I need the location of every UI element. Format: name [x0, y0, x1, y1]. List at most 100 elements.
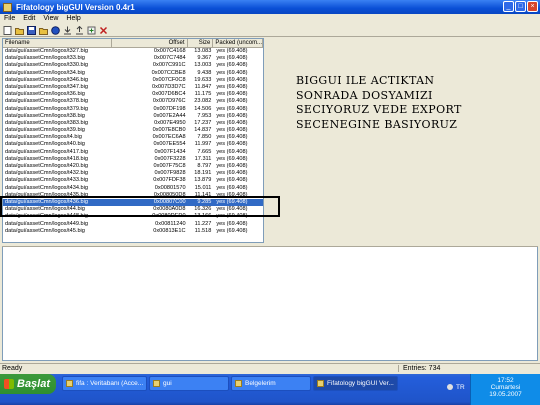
cell-size: 9.285: [197, 198, 212, 205]
table-row[interactable]: data/gui/assetCmn/logos/t379.big 0x007DF1…: [3, 106, 263, 113]
database-icon: [66, 380, 73, 387]
table-row[interactable]: data/gui/assetCmn/logos/t432.big 0x007F98…: [3, 170, 263, 177]
task-button[interactable]: Belgelerim: [231, 376, 311, 391]
table-row[interactable]: data/gui/assetCmn/logos/t330.big 0x007C99…: [3, 62, 263, 69]
cell-packed: yes (69.408): [216, 134, 248, 141]
cell-packed: yes (69.408): [216, 191, 248, 198]
task-button[interactable]: gui: [149, 376, 229, 391]
cell-filename: data/gui/assetCmn/logos/t436.big: [5, 198, 89, 205]
cell-size: 19.633: [194, 76, 212, 83]
table-row[interactable]: data/gui/assetCmn/logos/t347.big 0x007D3D…: [3, 84, 263, 91]
app-window: Fifatology bigGUI Version 0.4r1 _ □ × Fi…: [0, 0, 540, 384]
table-row[interactable]: data/gui/assetCmn/logos/t383.big 0x007E49…: [3, 120, 263, 127]
clock-time[interactable]: 17:52: [471, 377, 540, 384]
menu-view[interactable]: View: [39, 14, 62, 24]
cell-filename: data/gui/assetCmn/logos/t34.big: [5, 69, 85, 76]
splitter[interactable]: [2, 243, 538, 247]
save-as-icon[interactable]: [38, 25, 49, 36]
cell-filename: data/gui/assetCmn/logos/t417.big: [5, 148, 89, 155]
cell-offset: 0x007E8CB0: [152, 127, 186, 134]
start-button[interactable]: Başlat: [0, 374, 56, 394]
clock-day: Cumartesi: [490, 384, 521, 391]
table-row[interactable]: data/gui/assetCmn/logos/t45.big 0x00813E1…: [3, 228, 263, 235]
details-pane[interactable]: [2, 243, 538, 361]
task-label: Belgelerim: [245, 380, 276, 387]
column-packed[interactable]: Packed (uncom...: [213, 39, 263, 47]
close-button[interactable]: ×: [527, 1, 538, 12]
import-icon[interactable]: [62, 25, 73, 36]
cell-packed: yes (69.408): [216, 127, 248, 134]
remove-icon[interactable]: [98, 25, 109, 36]
table-row[interactable]: data/gui/assetCmn/logos/t435.big 0x008050…: [3, 192, 263, 199]
table-row[interactable]: data/gui/assetCmn/logos/t4.big 0x007EC6A8…: [3, 134, 263, 141]
table-row[interactable]: data/gui/assetCmn/logos/t378.big 0x007D97…: [3, 98, 263, 105]
cell-filename: data/gui/assetCmn/logos/t36.big: [5, 91, 85, 98]
table-row[interactable]: data/gui/assetCmn/logos/t418.big 0x007F32…: [3, 156, 263, 163]
cell-size: 7.665: [197, 148, 212, 155]
cell-filename: data/gui/assetCmn/logos/t38.big: [5, 112, 85, 119]
table-row[interactable]: data/gui/assetCmn/logos/t448.big 0x0080DE…: [3, 213, 263, 220]
cell-filename: data/gui/assetCmn/logos/t420.big: [5, 163, 89, 169]
help-icon[interactable]: [447, 384, 453, 390]
maximize-button[interactable]: □: [515, 1, 526, 12]
new-icon[interactable]: [2, 25, 13, 36]
cell-packed: yes (69.408): [216, 206, 248, 213]
save-icon[interactable]: [26, 25, 37, 36]
table-row[interactable]: data/gui/assetCmn/logos/t433.big 0x007FDF…: [3, 177, 263, 184]
system-tray: 17:52 Cumartesi 19.05.2007: [470, 374, 540, 405]
open-icon[interactable]: [14, 25, 25, 36]
cell-size: 17.237: [194, 119, 212, 126]
table-row[interactable]: data/gui/assetCmn/logos/t44.big 0x0080A0D…: [3, 206, 263, 213]
export-icon[interactable]: [74, 25, 85, 36]
cell-filename: data/gui/assetCmn/logos/t432.big: [5, 170, 89, 177]
cell-size: 15.011: [194, 184, 212, 191]
language-indicator[interactable]: TR: [456, 384, 465, 391]
table-row[interactable]: data/gui/assetCmn/logos/t36.big 0x007D6BC…: [3, 91, 263, 98]
column-offset[interactable]: Offset: [112, 39, 188, 47]
table-row[interactable]: data/gui/assetCmn/logos/t34.big 0x007CCBE…: [3, 70, 263, 77]
cell-filename: data/gui/assetCmn/logos/t433.big: [5, 177, 89, 184]
minimize-button[interactable]: _: [503, 1, 514, 12]
column-filename[interactable]: Filename: [3, 39, 113, 47]
globe-icon[interactable]: [50, 25, 61, 36]
cell-filename: data/gui/assetCmn/logos/t449.big: [5, 220, 89, 227]
cell-size: 23.082: [194, 98, 212, 105]
cell-size: 11.997: [194, 141, 212, 148]
task-button-active[interactable]: Fifatology bigGUI Ver...: [313, 376, 398, 391]
cell-packed: yes (69.408): [216, 76, 248, 83]
table-row[interactable]: data/gui/assetCmn/logos/t420.big 0x007F75…: [3, 163, 263, 170]
menu-help[interactable]: Help: [62, 14, 84, 24]
app-icon: [3, 2, 12, 12]
menu-edit[interactable]: Edit: [19, 14, 39, 24]
cell-size: 11.175: [194, 91, 212, 98]
task-label: fifa : Veritabanı (Acce...: [76, 380, 144, 387]
task-button[interactable]: fifa : Veritabanı (Acce...: [62, 376, 147, 391]
cell-size: 14.837: [194, 127, 212, 134]
table-row[interactable]: data/gui/assetCmn/logos/t346.big 0x007CF0…: [3, 77, 263, 84]
table-row[interactable]: data/gui/assetCmn/logos/t40.big 0x007EE55…: [3, 141, 263, 148]
cell-packed: yes (69.408): [216, 141, 248, 148]
table-row[interactable]: data/gui/assetCmn/logos/t39.big 0x007E8CB…: [3, 127, 263, 134]
table-row[interactable]: data/gui/assetCmn/logos/t417.big 0x007F14…: [3, 149, 263, 156]
table-row[interactable]: data/gui/assetCmn/logos/t327.big 0x007C41…: [3, 48, 263, 55]
table-row[interactable]: data/gui/assetCmn/logos/t434.big 0x008015…: [3, 185, 263, 192]
table-row[interactable]: data/gui/assetCmn/logos/t38.big 0x007E2A4…: [3, 113, 263, 120]
cell-packed: yes (69.408): [216, 177, 248, 184]
annotation-line: SECENEGINE BASIYORUZ: [296, 117, 458, 131]
cell-size: 8.797: [197, 163, 212, 169]
menu-file[interactable]: File: [0, 14, 19, 24]
cell-offset: 0x00801570: [154, 184, 186, 191]
table-row[interactable]: data/gui/assetCmn/logos/t449.big 0x008112…: [3, 221, 263, 228]
table-row[interactable]: data/gui/assetCmn/logos/t33.big 0x007C748…: [3, 55, 263, 62]
cell-packed: yes (69.408): [216, 69, 248, 76]
table-row-selected[interactable]: data/gui/assetCmn/logos/t436.big 0x00807C…: [3, 198, 263, 207]
file-list[interactable]: Filename Offset Size Packed (uncom... da…: [2, 38, 264, 243]
title-bar[interactable]: Fifatology bigGUI Version 0.4r1 _ □ ×: [0, 0, 540, 14]
cell-size: 14.506: [194, 105, 212, 112]
add-icon[interactable]: [86, 25, 97, 36]
column-size[interactable]: Size: [188, 39, 214, 47]
list-header: Filename Offset Size Packed (uncom...: [3, 39, 263, 48]
status-bar: Ready Entries: 734: [0, 363, 540, 374]
cell-size: 16.326: [194, 206, 212, 213]
entries-count: Entries: 734: [398, 365, 440, 372]
